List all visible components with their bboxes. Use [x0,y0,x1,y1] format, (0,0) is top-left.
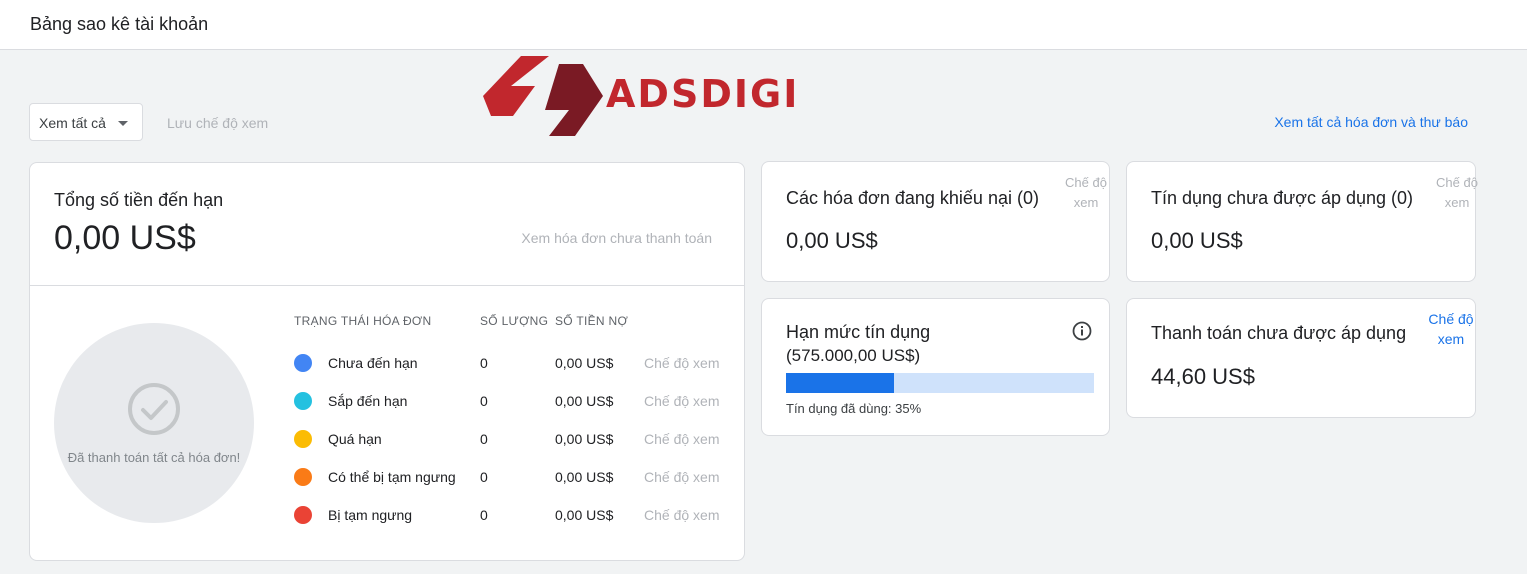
logo-mark-icon [483,56,603,136]
status-count: 0 [480,393,488,409]
status-view-link[interactable]: Chế độ xem [644,507,719,523]
disputed-title: Các hóa đơn đang khiếu nại (0) [786,188,1039,208]
status-count: 0 [480,469,488,485]
column-header-count: SỐ LƯỢNG [480,314,549,328]
status-owed: 0,00 US$ [555,507,614,523]
total-due-title: Tổng số tiền đến hạn [54,190,224,210]
credit-limit-card: Hạn mức tín dụng (575.000,00 US$) Tín dụ… [761,298,1110,436]
status-owed: 0,00 US$ [555,431,614,447]
card-divider [30,285,744,286]
status-label: Quá hạn [328,431,382,447]
all-paid-message: Đã thanh toán tất cả hóa đơn! [67,450,241,465]
status-label: Có thể bị tạm ngưng [328,469,456,485]
credit-used-caption: Tín dụng đã dùng: 35% [786,401,922,416]
view-line-2: xem [1073,195,1099,210]
column-header-owed: SỐ TIỀN NỢ [555,314,629,328]
status-count: 0 [480,507,488,523]
right-edge-strip [1527,0,1533,574]
unapplied-payment-title: Thanh toán chưa được áp dụng [1151,323,1407,343]
logo-text: ADSDIGI [606,72,800,116]
chevron-down-icon [118,121,128,126]
status-row-suspended: Bị tạm ngưng 0 0,00 US$ Chế độ xem [294,503,734,527]
info-icon[interactable] [1072,321,1092,341]
view-all-invoices-link[interactable]: Xem tất cả hóa đơn và thư báo [1274,114,1468,130]
unapplied-credit-title: Tín dụng chưa được áp dụng (0) [1151,188,1414,208]
credit-usage-bar [786,373,1094,393]
credit-limit-value: (575.000,00 US$) [786,346,921,365]
status-dot [294,354,312,372]
view-line-2: xem [1444,195,1470,210]
status-view-link[interactable]: Chế độ xem [644,431,719,447]
status-count: 0 [480,431,488,447]
page-title: Bảng sao kê tài khoản [30,14,209,34]
view-line-1: Chế độ [1436,175,1478,190]
invoice-status-donut: Đã thanh toán tất cả hóa đơn! [54,323,254,523]
status-label: Chưa đến hạn [328,355,418,371]
status-owed: 0,00 US$ [555,393,614,409]
credit-limit-title: Hạn mức tín dụng [786,322,931,342]
unapplied-credit-card: Tín dụng chưa được áp dụng (0) 0,00 US$ … [1126,161,1478,282]
status-dot [294,430,312,448]
view-line-1: Chế độ [1065,175,1107,190]
top-bar: Bảng sao kê tài khoản [0,0,1527,50]
unapplied-credit-view-link[interactable]: Chế độ xem [1427,173,1487,213]
status-owed: 0,00 US$ [555,355,614,371]
status-dot [294,392,312,410]
view-line-1: Chế độ [1428,311,1474,327]
disputed-amount: 0,00 US$ [786,228,878,253]
status-view-link[interactable]: Chế độ xem [644,469,719,485]
status-row-overdue: Quá hạn 0 0,00 US$ Chế độ xem [294,427,734,451]
status-label: Sắp đến hạn [328,393,408,409]
status-dot [294,506,312,524]
status-row-due-soon: Sắp đến hạn 0 0,00 US$ Chế độ xem [294,389,734,413]
unapplied-payment-card: Thanh toán chưa được áp dụng 44,60 US$ C… [1126,298,1476,418]
status-row-not-due: Chưa đến hạn 0 0,00 US$ Chế độ xem [294,351,734,375]
view-line-2: xem [1437,331,1465,347]
view-unpaid-invoices-link[interactable]: Xem hóa đơn chưa thanh toán [521,230,712,246]
status-count: 0 [480,355,488,371]
total-due-amount: 0,00 US$ [54,219,196,257]
view-filter-dropdown[interactable]: Xem tất cả [29,103,143,141]
status-label: Bị tạm ngưng [328,507,413,523]
total-due-card: Tổng số tiền đến hạn 0,00 US$ Xem hóa đơ… [29,162,745,561]
status-owed: 0,00 US$ [555,469,614,485]
unapplied-payment-amount: 44,60 US$ [1151,364,1255,389]
unapplied-credit-amount: 0,00 US$ [1151,228,1243,253]
status-row-may-suspend: Có thể bị tạm ngưng 0 0,00 US$ Chế độ xe… [294,465,734,489]
disputed-view-link[interactable]: Chế độ xem [1056,173,1116,213]
check-circle-icon [128,383,180,435]
status-view-link[interactable]: Chế độ xem [644,355,719,371]
column-header-status: TRẠNG THÁI HÓA ĐƠN [294,314,432,328]
adsdigi-logo: ADSDIGI [483,56,873,136]
filter-label: Xem tất cả [39,115,106,131]
credit-usage-fill [786,373,894,393]
status-view-link[interactable]: Chế độ xem [644,393,719,409]
status-dot [294,468,312,486]
unapplied-payment-view-link[interactable]: Chế độ xem [1421,309,1481,349]
disputed-invoices-card: Các hóa đơn đang khiếu nại (0) 0,00 US$ … [761,161,1110,282]
save-view-button[interactable]: Lưu chế độ xem [167,115,268,131]
